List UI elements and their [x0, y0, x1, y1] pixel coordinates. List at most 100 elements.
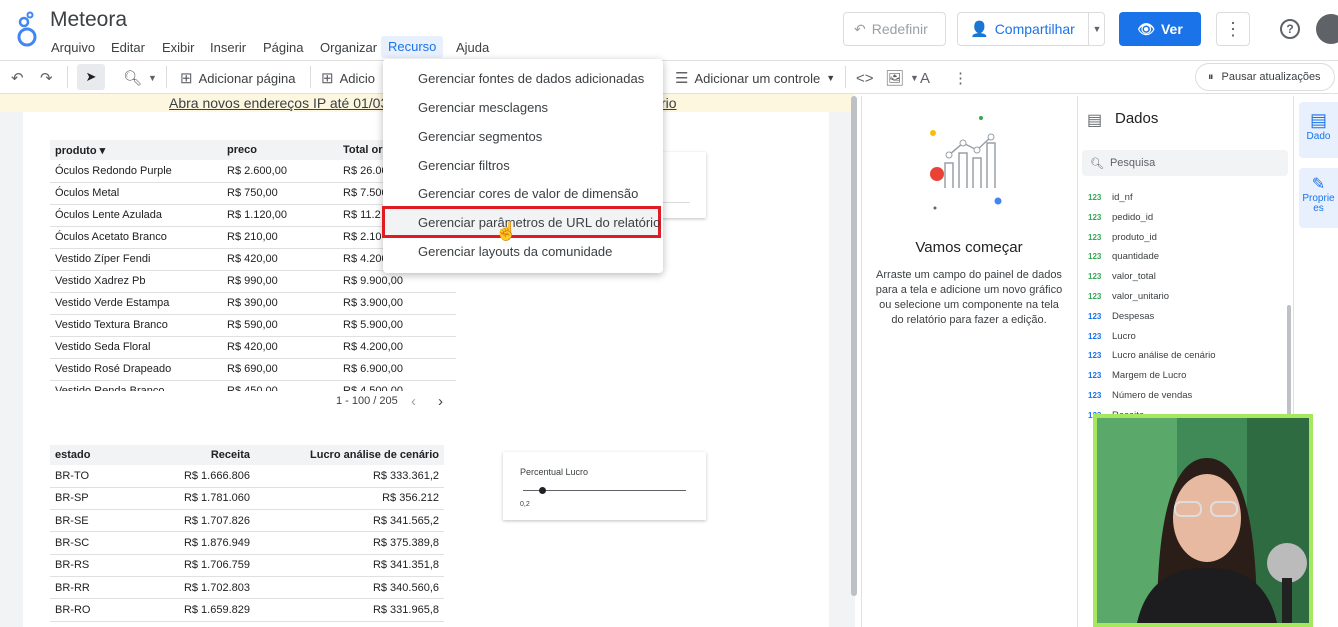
- table-row[interactable]: BR-RS R$ 1.706.759 R$ 341.351,8: [50, 554, 444, 577]
- code-embed-icon[interactable]: <>: [856, 67, 874, 89]
- column-header[interactable]: Receita: [160, 445, 255, 465]
- chevron-left-icon[interactable]: ‹: [411, 393, 416, 410]
- tab-propriedades[interactable]: ✎ Proprie es: [1299, 168, 1338, 228]
- chevron-right-icon[interactable]: ›: [438, 393, 443, 410]
- menu-arquivo[interactable]: Arquivo: [46, 38, 100, 57]
- table-row[interactable]: BR-SC R$ 1.876.949 R$ 375.389,8: [50, 531, 444, 555]
- table-cell: R$ 375.389,8: [255, 531, 444, 555]
- data-field-item[interactable]: 123 Margem de Lucro: [1088, 370, 1186, 381]
- table-row[interactable]: BR-TO R$ 1.666.806 R$ 333.361,2: [50, 465, 444, 488]
- table-row[interactable]: BR-SP R$ 1.781.060 R$ 356.212: [50, 487, 444, 511]
- looker-studio-logo[interactable]: [14, 10, 40, 48]
- number-type-icon: 123: [1088, 193, 1102, 202]
- redefinir-button[interactable]: ↶ Redefinir: [843, 12, 946, 46]
- slider-control[interactable]: [503, 452, 706, 520]
- table-row[interactable]: Vestido Seda Floral R$ 420,00 R$ 4.200,00: [50, 336, 456, 359]
- table-row[interactable]: Vestido Textura Branco R$ 590,00 R$ 5.900,…: [50, 314, 456, 337]
- table-row[interactable]: BR-RR R$ 1.702.803 R$ 340.560,6: [50, 576, 444, 600]
- table-row[interactable]: Vestido Xadrez Pb R$ 990,00 R$ 9.900,00: [50, 270, 456, 293]
- state-table[interactable]: estado Receita Lucro análise de cenário …: [50, 445, 444, 627]
- ver-button[interactable]: 👁 Ver: [1119, 12, 1201, 46]
- tab-dados[interactable]: ▤ Dado: [1299, 102, 1338, 158]
- redo-icon[interactable]: ↷: [40, 67, 53, 89]
- menu-item-filtros[interactable]: Gerenciar filtros: [418, 158, 510, 173]
- table-row[interactable]: Vestido Rosé Drapeado R$ 690,00 R$ 6.900,0…: [50, 358, 456, 381]
- data-field-label: valor_total: [1112, 271, 1156, 283]
- undo-icon: ↶: [854, 20, 866, 37]
- data-field-item[interactable]: 123 valor_unitario: [1088, 291, 1169, 302]
- column-header[interactable]: Lucro análise de cenário: [255, 445, 444, 465]
- share-dropdown-icon[interactable]: ▼: [1088, 12, 1105, 46]
- table-header-row: estado Receita Lucro análise de cenário: [50, 445, 444, 465]
- table-cell: R$ 1.706.759: [160, 554, 255, 577]
- menu-inserir[interactable]: Inserir: [205, 38, 251, 57]
- menu-ajuda[interactable]: Ajuda: [451, 38, 494, 57]
- data-field-item[interactable]: 123 Lucro análise de cenário: [1088, 350, 1216, 361]
- zoom-icon[interactable]: 🔍︎ ▼: [123, 67, 157, 89]
- table-cell: Óculos Lente Azulada: [50, 204, 222, 227]
- data-field-item[interactable]: 123 id_nf: [1088, 192, 1133, 203]
- pencil-icon: ✎: [1311, 176, 1326, 193]
- report-title[interactable]: Meteora: [50, 8, 127, 32]
- notice-banner-link[interactable]: Abra novos endereços IP até 01/03/: [169, 95, 392, 111]
- select-cursor-icon[interactable]: ➤: [77, 64, 105, 90]
- menu-pagina[interactable]: Página: [258, 38, 308, 57]
- slider-track[interactable]: [523, 490, 686, 491]
- text-box-icon[interactable]: A: [920, 67, 930, 89]
- table-row[interactable]: Vestido Renda Branco R$ 450,00 R$ 4.500,00: [50, 380, 456, 391]
- more-options-icon[interactable]: ⋮: [1216, 12, 1250, 46]
- table-row[interactable]: BR-SE R$ 1.707.826 R$ 341.565,2: [50, 509, 444, 533]
- avatar[interactable]: [1316, 14, 1338, 44]
- menu-item-mesclagens[interactable]: Gerenciar mesclagens: [418, 100, 548, 115]
- add-chart-button[interactable]: ⊞ Adicio: [321, 67, 375, 89]
- menu-item-segmentos[interactable]: Gerenciar segmentos: [418, 129, 542, 144]
- data-field-item[interactable]: 123 Número de vendas: [1088, 390, 1192, 401]
- table-cell: R$ 1.659.829: [160, 598, 255, 622]
- menu-organizar[interactable]: Organizar: [315, 38, 382, 57]
- menu-item-layouts-comunidade[interactable]: Gerenciar layouts da comunidade: [418, 244, 612, 259]
- table-cell: Vestido Textura Branco: [50, 314, 222, 337]
- column-header[interactable]: preco: [222, 140, 338, 160]
- undo-icon[interactable]: ↶: [11, 67, 24, 89]
- table-icon: ▤: [1309, 110, 1327, 130]
- number-type-icon: 123: [1088, 311, 1102, 321]
- help-icon[interactable]: ?: [1280, 19, 1300, 39]
- menu-item-parametros-url[interactable]: Gerenciar parâmetros de URL do relatório: [418, 215, 660, 230]
- table-cell: Óculos Redondo Purple: [50, 160, 222, 183]
- data-field-item[interactable]: 123 Despesas: [1088, 311, 1154, 322]
- slider-handle[interactable]: [539, 487, 547, 494]
- canvas-scrollbar[interactable]: [851, 96, 857, 596]
- data-panel-title: Dados: [1115, 110, 1159, 127]
- menu-recurso[interactable]: Recurso: [381, 36, 444, 58]
- table-row[interactable]: Vestido Verde Estampa R$ 390,00 R$ 3.900,0…: [50, 292, 456, 315]
- data-field-item[interactable]: 123 Lucro: [1088, 331, 1136, 342]
- notice-banner-link-tail[interactable]: rio: [661, 95, 677, 111]
- pause-label: Pausar atualizações: [1221, 71, 1321, 83]
- compartilhar-button[interactable]: 👤 Compartilhar: [957, 12, 1105, 46]
- tab-dados-label: Dado: [1306, 131, 1331, 142]
- column-header[interactable]: estado: [50, 445, 160, 465]
- menu-editar[interactable]: Editar: [106, 38, 150, 57]
- webcam-overlay: [1093, 414, 1313, 627]
- data-field-item[interactable]: 123 pedido_id: [1088, 212, 1153, 223]
- more-toolbar-icon[interactable]: ⋮: [953, 67, 968, 89]
- menu-exibir[interactable]: Exibir: [157, 38, 200, 57]
- table-row[interactable]: BR-RO R$ 1.659.829 R$ 331.965,8: [50, 598, 444, 622]
- number-type-icon: 123: [1088, 292, 1102, 301]
- image-icon[interactable]: 🖼︎ ▼: [885, 67, 919, 89]
- data-field-item[interactable]: 123 quantidade: [1088, 251, 1159, 262]
- data-field-item[interactable]: 123 valor_total: [1088, 271, 1156, 282]
- data-field-label: Lucro: [1112, 330, 1136, 342]
- table-cell: R$ 338.003,8: [255, 621, 444, 627]
- data-field-item[interactable]: 123 produto_id: [1088, 232, 1157, 243]
- column-header[interactable]: produto ▾: [50, 140, 222, 160]
- add-control-button[interactable]: ☰ Adicionar um controle ▼: [675, 67, 835, 89]
- add-page-button[interactable]: ⊞ Adicionar página: [180, 67, 295, 89]
- search-input[interactable]: 🔍︎ Pesquisa: [1082, 150, 1288, 176]
- menu-item-fontes-dados[interactable]: Gerenciar fontes de dados adicionadas: [418, 71, 644, 86]
- pause-updates-button[interactable]: ⏸ Pausar atualizações: [1195, 63, 1335, 91]
- menu-item-cores-dimensao[interactable]: Gerenciar cores de valor de dimensão: [418, 186, 638, 201]
- table-cell: BR-RR: [50, 576, 160, 600]
- data-field-label: Margem de Lucro: [1112, 370, 1187, 382]
- table-row[interactable]: BR-RNR$ 1.690.019R$ 338.003,8: [50, 621, 444, 627]
